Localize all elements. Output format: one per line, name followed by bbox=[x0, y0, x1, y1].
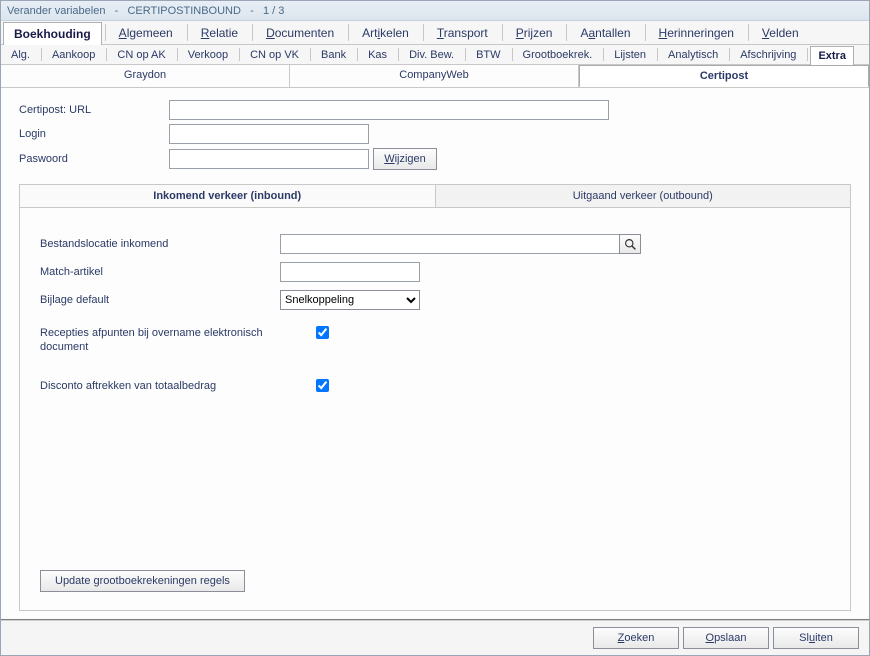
disconto-checkbox[interactable] bbox=[316, 379, 329, 392]
tab-separator bbox=[512, 48, 513, 61]
group-tabs: Inkomend verkeer (inbound) Uitgaand verk… bbox=[20, 185, 850, 208]
certipost-url-label: Certipost: URL bbox=[19, 104, 169, 116]
tab-aankoop[interactable]: Aankoop bbox=[44, 45, 103, 64]
tab-extra[interactable]: Extra bbox=[810, 46, 854, 65]
window: Verander variabelen - CERTIPOSTINBOUND -… bbox=[0, 0, 870, 656]
bijlage-default-select[interactable]: Snelkoppeling bbox=[280, 290, 420, 310]
wijzigen-button[interactable]: Wijzigen bbox=[373, 148, 437, 170]
certipost-url-input[interactable] bbox=[169, 100, 609, 120]
tab-separator bbox=[252, 24, 253, 41]
tab-inbound[interactable]: Inkomend verkeer (inbound) bbox=[20, 185, 436, 207]
tab-lijsten[interactable]: Lijsten bbox=[606, 45, 654, 64]
title-name: CERTIPOSTINBOUND bbox=[127, 5, 240, 17]
bestandslocatie-input[interactable] bbox=[280, 234, 620, 254]
disconto-label: Disconto aftrekken van totaalbedrag bbox=[40, 379, 280, 393]
tab-separator bbox=[748, 24, 749, 41]
tab-relatie[interactable]: Relatie bbox=[190, 21, 249, 44]
tab-velden[interactable]: Velden bbox=[751, 21, 810, 44]
tab-certipost[interactable]: Certipost bbox=[579, 65, 869, 87]
tab-separator bbox=[177, 48, 178, 61]
bestandslocatie-label: Bestandslocatie inkomend bbox=[40, 238, 280, 250]
password-label: Paswoord bbox=[19, 153, 169, 165]
sluiten-button[interactable]: Sluiten bbox=[773, 627, 859, 649]
tab-separator bbox=[105, 24, 106, 41]
tabrow-secondary: Alg. Aankoop CN op AK Verkoop CN op VK Bank Ka… bbox=[1, 45, 869, 65]
tab-separator bbox=[603, 48, 604, 61]
tab-grootboekrek-[interactable]: Grootboekrek. bbox=[515, 45, 601, 64]
footer: Zoeken Opslaan Sluiten bbox=[1, 619, 869, 655]
tab-cn-op-vk[interactable]: CN op VK bbox=[242, 45, 307, 64]
title-prefix: Verander variabelen - bbox=[7, 5, 127, 17]
bijlage-default-label: Bijlage default bbox=[40, 294, 280, 306]
recepties-checkbox[interactable] bbox=[316, 326, 329, 339]
tab-separator bbox=[566, 24, 567, 41]
match-artikel-input[interactable] bbox=[280, 262, 420, 282]
traffic-group: Inkomend verkeer (inbound) Uitgaand verk… bbox=[19, 184, 851, 611]
zoeken-button[interactable]: Zoeken bbox=[593, 627, 679, 649]
tab-separator bbox=[348, 24, 349, 41]
tab-separator bbox=[502, 24, 503, 41]
tabrow-primary: Boekhouding Algemeen Relatie Documenten Arti… bbox=[1, 21, 869, 45]
tab-separator bbox=[187, 24, 188, 41]
tab-separator bbox=[807, 48, 808, 61]
login-label: Login bbox=[19, 128, 169, 140]
tab-separator bbox=[657, 48, 658, 61]
tab-separator bbox=[41, 48, 42, 61]
tab-separator bbox=[423, 24, 424, 41]
tab-afschrijving[interactable]: Afschrijving bbox=[732, 45, 804, 64]
search-icon bbox=[624, 238, 637, 251]
tab-graydon[interactable]: Graydon bbox=[1, 65, 290, 87]
recepties-label: Recepties afpunten bij overname elektron… bbox=[40, 326, 280, 355]
tab-analytisch[interactable]: Analytisch bbox=[660, 45, 726, 64]
tab-outbound[interactable]: Uitgaand verkeer (outbound) bbox=[436, 185, 851, 207]
tab-separator bbox=[310, 48, 311, 61]
tab-aantallen[interactable]: Aantallen bbox=[569, 21, 641, 44]
tab-btw[interactable]: BTW bbox=[468, 45, 508, 64]
tab-prijzen[interactable]: Prijzen bbox=[505, 21, 564, 44]
login-input[interactable] bbox=[169, 124, 369, 144]
tabrow-tertiary: GraydonCompanyWebCertipost bbox=[1, 65, 869, 88]
tab-div-bew-[interactable]: Div. Bew. bbox=[401, 45, 462, 64]
tab-companyweb[interactable]: CompanyWeb bbox=[290, 65, 579, 87]
tab-artikelen[interactable]: Artikelen bbox=[351, 21, 420, 44]
tab-separator bbox=[465, 48, 466, 61]
tab-kas[interactable]: Kas bbox=[360, 45, 395, 64]
group-body: Bestandslocatie inkomend Match-artikel B… bbox=[20, 208, 850, 610]
tab-transport[interactable]: Transport bbox=[426, 21, 499, 44]
tab-separator bbox=[729, 48, 730, 61]
tab-herinneringen[interactable]: Herinneringen bbox=[648, 21, 745, 44]
tab-separator bbox=[398, 48, 399, 61]
tab-bank[interactable]: Bank bbox=[313, 45, 354, 64]
title-suffix: - 1 / 3 bbox=[241, 5, 284, 17]
password-input[interactable] bbox=[169, 149, 369, 169]
tab-separator bbox=[357, 48, 358, 61]
tab-documenten[interactable]: Documenten bbox=[255, 21, 345, 44]
tab-algemeen[interactable]: Algemeen bbox=[108, 21, 184, 44]
browse-button[interactable] bbox=[619, 234, 641, 254]
tab-cn-op-ak[interactable]: CN op AK bbox=[109, 45, 173, 64]
titlebar: Verander variabelen - CERTIPOSTINBOUND -… bbox=[1, 1, 869, 21]
tab-boekhouding[interactable]: Boekhouding bbox=[3, 22, 102, 45]
tab-separator bbox=[645, 24, 646, 41]
match-artikel-label: Match-artikel bbox=[40, 266, 280, 278]
opslaan-button[interactable]: Opslaan bbox=[683, 627, 769, 649]
update-grootboek-button[interactable]: Update grootboekrekeningen regels bbox=[40, 570, 245, 592]
content-area: Certipost: URL Login Paswoord Wijzigen I… bbox=[1, 88, 869, 619]
tab-separator bbox=[239, 48, 240, 61]
tab-alg-[interactable]: Alg. bbox=[3, 45, 38, 64]
tab-separator bbox=[106, 48, 107, 61]
tab-verkoop[interactable]: Verkoop bbox=[180, 45, 236, 64]
